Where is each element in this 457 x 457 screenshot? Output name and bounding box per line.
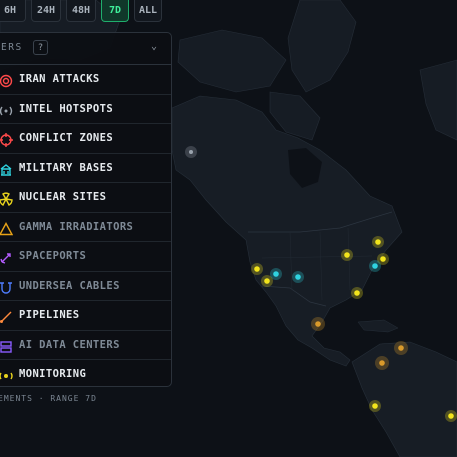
range-all-button[interactable]: ALL (134, 0, 162, 22)
layers-panel-title: ERS (1, 42, 23, 53)
intel-marker[interactable] (185, 146, 197, 158)
rocket-icon (0, 250, 13, 264)
layers-panel: ERS ? ⌄ IRAN ATTACKS INTEL HOTSPOTS CONFLI… (0, 32, 172, 387)
cable-icon (0, 280, 13, 294)
monitoring-marker[interactable] (251, 263, 263, 275)
target-icon (0, 73, 13, 88)
radiation-icon (0, 191, 13, 206)
server-icon (0, 339, 13, 353)
monitoring-marker[interactable] (341, 249, 353, 261)
conflict-marker[interactable] (311, 317, 325, 331)
layer-label: GAMMA IRRADIATORS (19, 220, 134, 233)
layer-toggle-ai-data-centers[interactable]: AI DATA CENTERS (0, 331, 171, 360)
monitoring-marker[interactable] (372, 236, 384, 248)
building-icon (0, 162, 13, 176)
layer-toggle-iran-attacks[interactable]: IRAN ATTACKS (0, 65, 171, 95)
layer-toggle-monitoring[interactable]: MONITORING (0, 360, 171, 390)
layer-toggle-undersea-cables[interactable]: UNDERSEA CABLES (0, 272, 171, 301)
radio-signal-icon (0, 103, 13, 117)
warning-triangle-icon (0, 221, 14, 235)
layer-label: UNDERSEA CABLES (19, 279, 120, 292)
layer-label: AI DATA CENTERS (19, 338, 120, 351)
monitoring-marker[interactable] (369, 400, 381, 412)
layer-label: MILITARY BASES (19, 161, 114, 174)
range-24h-button[interactable]: 24H (31, 0, 61, 22)
chevron-down-icon[interactable]: ⌄ (151, 41, 157, 52)
layer-toggle-gamma-irradiators[interactable]: GAMMA IRRADIATORS (0, 213, 171, 242)
layer-toggle-conflict-zones[interactable]: CONFLICT ZONES (0, 124, 171, 154)
layer-label: PIPELINES (19, 309, 80, 321)
layer-toggle-intel-hotspots[interactable]: INTEL HOTSPOTS (0, 95, 171, 124)
pipe-icon (0, 309, 13, 323)
military-marker[interactable] (292, 271, 304, 283)
range-48h-button[interactable]: 48H (66, 0, 96, 22)
layer-label: MONITORING (19, 368, 87, 380)
layer-label: NUCLEAR SITES (19, 191, 107, 203)
monitoring-marker[interactable] (445, 410, 457, 422)
crosshair-icon (0, 132, 13, 147)
military-marker[interactable] (369, 260, 381, 272)
conflict-marker[interactable] (394, 341, 408, 355)
layer-toggle-spaceports[interactable]: SPACEPORTS (0, 242, 171, 272)
layer-label: SPACEPORTS (19, 250, 87, 262)
eye-signal-icon (0, 368, 13, 382)
layer-toggle-nuclear-sites[interactable]: NUCLEAR SITES (0, 183, 171, 213)
conflict-marker[interactable] (375, 356, 389, 370)
layer-toggle-military-bases[interactable]: MILITARY BASES (0, 154, 171, 183)
layers-panel-header[interactable]: ERS ? ⌄ (0, 33, 171, 65)
layer-label: CONFLICT ZONES (19, 132, 114, 144)
military-marker[interactable] (270, 268, 282, 280)
status-line: EMENTS · RANGE 7D (0, 394, 97, 403)
layer-label: INTEL HOTSPOTS (19, 102, 114, 115)
range-6h-button[interactable]: 6H (0, 0, 26, 22)
monitoring-marker[interactable] (351, 287, 363, 299)
layer-toggle-pipelines[interactable]: PIPELINES (0, 301, 171, 331)
layer-label: IRAN ATTACKS (19, 73, 100, 85)
help-button[interactable]: ? (33, 40, 48, 55)
range-7d-button[interactable]: 7D (101, 0, 129, 22)
